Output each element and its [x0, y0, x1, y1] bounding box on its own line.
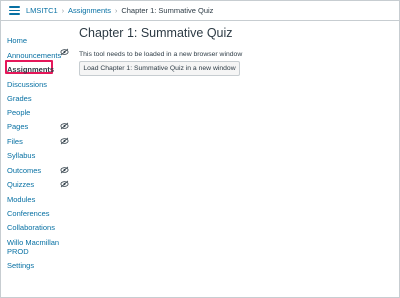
- breadcrumb: LMSITC1 › Assignments › Chapter 1: Summative…: [26, 4, 213, 18]
- sidebar-item-label: Discussions: [7, 80, 48, 89]
- sidebar-item-discussions[interactable]: Discussions: [7, 80, 69, 89]
- sidebar-item-label: Files: [7, 137, 23, 146]
- breadcrumb-current-page: Chapter 1: Summative Quiz: [121, 6, 214, 15]
- eye-slash-icon: [60, 122, 69, 130]
- sidebar-item-syllabus[interactable]: Syllabus: [7, 151, 69, 160]
- sidebar-item-assignments[interactable]: Assignments: [7, 65, 69, 74]
- sidebar-item-label: Collaborations: [7, 223, 55, 232]
- sidebar-item-files[interactable]: Files: [7, 137, 69, 146]
- top-bar: LMSITC1 › Assignments › Chapter 1: Summative…: [1, 1, 399, 21]
- sidebar-item-label: Assignments: [7, 65, 55, 74]
- sidebar-item-outcomes[interactable]: Outcomes: [7, 166, 69, 175]
- eye-slash-icon: [60, 137, 69, 145]
- sidebar-item-quizzes[interactable]: Quizzes: [7, 180, 69, 189]
- sidebar-item-pages[interactable]: Pages: [7, 122, 69, 131]
- sidebar-item-label: Settings: [7, 261, 35, 270]
- breadcrumb-separator-icon: ›: [61, 8, 65, 15]
- sidebar-item-home[interactable]: Home: [7, 36, 69, 45]
- sidebar-item-label: Outcomes: [7, 166, 42, 175]
- sidebar-item-label: Announcements: [7, 51, 62, 60]
- sidebar-item-label: Home: [7, 36, 28, 45]
- sidebar-item-label: Quizzes: [7, 180, 35, 189]
- eye-slash-icon: [60, 48, 69, 56]
- breadcrumb-assignments-link[interactable]: Assignments: [68, 6, 111, 15]
- sidebar-item-collaborations[interactable]: Collaborations: [7, 223, 69, 232]
- tool-notice-text: This tool needs to be loaded in a new br…: [79, 51, 243, 58]
- sidebar-item-label: Syllabus: [7, 151, 36, 160]
- eye-slash-icon: [60, 166, 69, 174]
- sidebar-item-label: Modules: [7, 195, 36, 204]
- sidebar-item-willo-macmillan-prod[interactable]: Willo Macmillan PROD: [7, 238, 65, 256]
- sidebar-item-modules[interactable]: Modules: [7, 195, 69, 204]
- sidebar-item-label: People: [7, 108, 31, 117]
- sidebar-item-announcements[interactable]: Announcements: [7, 48, 69, 60]
- eye-slash-icon: [60, 180, 69, 188]
- page-title: Chapter 1: Summative Quiz: [79, 26, 233, 40]
- sidebar-item-label: Willo Macmillan PROD: [7, 238, 60, 256]
- sidebar-item-grades[interactable]: Grades: [7, 94, 69, 103]
- breadcrumb-separator-icon: ›: [114, 8, 118, 15]
- sidebar-item-label: Pages: [7, 122, 29, 131]
- load-in-new-window-button[interactable]: Load Chapter 1: Summative Quiz in a new …: [79, 61, 240, 76]
- sidebar-item-label: Conferences: [7, 209, 50, 218]
- sidebar-item-label: Grades: [7, 94, 32, 103]
- sidebar-item-conferences[interactable]: Conferences: [7, 209, 69, 218]
- course-navigation: Home Announcements Assignments Discussio…: [1, 22, 71, 297]
- sidebar-item-settings[interactable]: Settings: [7, 261, 69, 270]
- breadcrumb-course-link[interactable]: LMSITC1: [26, 6, 58, 15]
- hamburger-menu-icon[interactable]: [9, 6, 20, 15]
- sidebar-item-people[interactable]: People: [7, 108, 69, 117]
